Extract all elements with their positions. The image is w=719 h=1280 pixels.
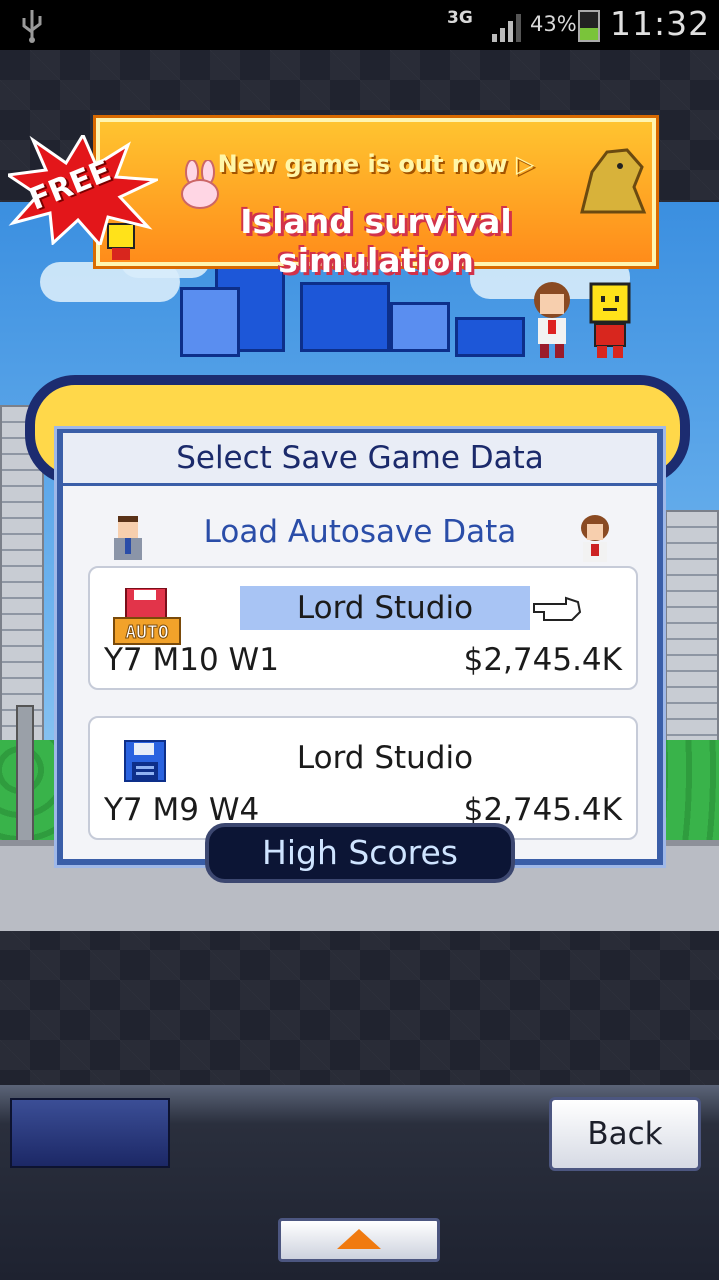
dialog-body: Load Autosave Data AUTO Lord Studio Y7 M… <box>63 486 657 859</box>
scroll-up-button[interactable] <box>278 1218 440 1262</box>
high-scores-button[interactable]: High Scores <box>205 823 515 883</box>
street-pole <box>16 705 34 860</box>
auto-badge: AUTO <box>125 622 169 643</box>
load-autosave-label: Load Autosave Data <box>203 514 517 550</box>
save-slot-1[interactable]: Lord Studio Y7 M9 W4 $2,745.4K <box>88 716 638 840</box>
up-arrow-icon <box>337 1229 381 1249</box>
city-building <box>390 302 450 352</box>
floppy-disk-icon <box>124 740 166 786</box>
clock: 11:32 <box>610 4 711 43</box>
status-bar: 3G 43% 11:32 <box>0 0 719 50</box>
dialog-title: Select Save Game Data <box>63 433 657 483</box>
select-save-dialog: Select Save Game Data Load Autosave Data <box>54 426 666 868</box>
pointing-hand-icon <box>533 596 582 621</box>
ad-banner[interactable]: New game is out now ▷ Island survival si… <box>96 118 656 280</box>
network-type: 3G <box>447 8 473 28</box>
girl-character-icon <box>534 282 570 358</box>
menu-button[interactable] <box>10 1098 170 1168</box>
slot-date: Y7 M10 W1 <box>104 642 279 678</box>
back-button[interactable]: Back <box>549 1097 701 1171</box>
usb-icon <box>22 10 42 43</box>
battery-percent: 43% <box>530 12 577 36</box>
slot-name: Lord Studio <box>296 740 474 776</box>
city-building <box>180 287 240 357</box>
kairobot-character-icon <box>589 282 631 358</box>
save-slot-auto[interactable]: AUTO Lord Studio Y7 M10 W1 $2,745.4K <box>88 566 638 690</box>
bottom-panel: Back <box>0 1085 719 1280</box>
rabbit-icon <box>181 160 219 209</box>
ad-title: Island survival simulation <box>240 202 512 280</box>
city-building <box>300 282 390 352</box>
battery-charging-icon <box>578 10 600 42</box>
dragon-icon <box>580 148 647 214</box>
signal-icon <box>492 14 521 42</box>
battery-level-fill <box>580 27 598 40</box>
city-building <box>455 317 525 357</box>
female-staff-icon <box>581 515 609 562</box>
slot-name: Lord Studio <box>240 586 530 630</box>
game-screen: New game is out now ▷ Island survival si… <box>0 50 719 1085</box>
slot-money: $2,745.4K <box>463 642 622 678</box>
